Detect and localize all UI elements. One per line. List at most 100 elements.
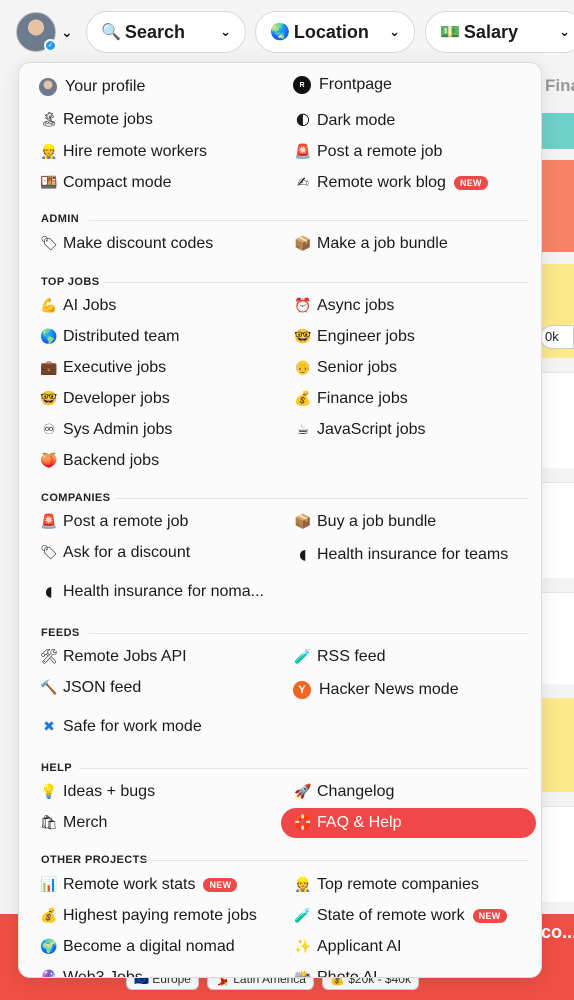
verified-badge-icon: ✓ <box>44 39 57 52</box>
nerd-face-icon: 🤓 <box>294 329 312 345</box>
chevron-down-icon: ⌄ <box>389 24 400 39</box>
bg-job-card <box>540 698 574 792</box>
menu-item-become-digital-nomad[interactable]: 🌍 Become a digital nomad <box>39 932 279 962</box>
menu-item-ask-for-discount[interactable]: 🏷 Ask for a discount <box>39 538 279 568</box>
menu-item-label: Hire remote workers <box>63 143 208 160</box>
search-icon: 🔍 <box>101 24 121 41</box>
bg-partial-tab: Fina <box>545 76 574 95</box>
menu-item-label: Sys Admin jobs <box>63 421 173 438</box>
menu-item-frontpage[interactable]: R Frontpage <box>293 70 533 100</box>
menu-item-finance-jobs[interactable]: 💰 Finance jobs <box>293 384 533 414</box>
menu-item-distributed-team[interactable]: 🌎 Distributed team <box>39 322 279 352</box>
menu-item-your-profile[interactable]: Your profile <box>39 72 279 102</box>
menu-item-senior-jobs[interactable]: 👴 Senior jobs <box>293 353 533 383</box>
money-bag-icon: 💰 <box>40 908 58 924</box>
package-icon: 📦 <box>294 514 312 530</box>
menu-item-label: Remote Jobs API <box>63 648 187 665</box>
new-badge: NEW <box>453 176 488 190</box>
menu-item-highest-paying-jobs[interactable]: 💰 Highest paying remote jobs <box>39 901 279 931</box>
frontpage-logo-icon: R <box>293 76 311 94</box>
crystal-ball-icon: 🔮 <box>40 970 58 978</box>
rocket-icon: 🚀 <box>294 784 312 800</box>
menu-item-label: Executive jobs <box>63 359 167 376</box>
section-divider <box>145 860 529 861</box>
menu-item-remote-work-stats[interactable]: 📊 Remote work stats NEW <box>39 870 279 900</box>
menu-item-engineer-jobs[interactable]: 🤓 Engineer jobs <box>293 322 533 352</box>
peach-icon: 🍑 <box>40 453 58 469</box>
menu-item-compact-mode[interactable]: 🍱 Compact mode <box>39 168 279 198</box>
menu-item-faq-help[interactable]: 🛟 FAQ & Help <box>281 808 536 838</box>
nerd-face-icon: 🤓 <box>40 391 58 407</box>
menu-item-ideas-bugs[interactable]: 💡 Ideas + bugs <box>39 777 279 807</box>
menu-item-remote-work-blog[interactable]: ✍ Remote work blog NEW <box>293 168 533 198</box>
menu-item-json-feed[interactable]: 🔨 JSON feed <box>39 673 279 703</box>
health-insurance-logo-icon: ◖ <box>45 584 53 600</box>
bg-job-card <box>540 160 574 252</box>
bg-job-card <box>540 806 574 902</box>
bg-job-card <box>540 482 574 578</box>
menu-item-changelog[interactable]: 🚀 Changelog <box>293 777 533 807</box>
menu-item-label: Frontpage <box>319 76 392 93</box>
menu-item-post-remote-job[interactable]: 🚨 Post a remote job <box>293 137 533 167</box>
location-filter-label: Location <box>293 21 369 42</box>
menu-item-safe-for-work-mode[interactable]: ✖ Safe for work mode <box>39 712 279 742</box>
menu-item-make-discount-codes[interactable]: 🏷 Make discount codes <box>39 229 279 259</box>
menu-item-photo-ai[interactable]: 📸 Photo AI <box>293 963 533 978</box>
salary-filter-button[interactable]: 💵 Salary ⌄ <box>425 11 574 53</box>
tag-icon: 🏷 <box>40 545 58 561</box>
avatar[interactable]: ✓ <box>16 12 57 52</box>
menu-item-label: Compact mode <box>63 174 172 191</box>
menu-item-label: Post a remote job <box>63 513 189 530</box>
menu-item-top-remote-companies[interactable]: 👷 Top remote companies <box>293 870 533 900</box>
menu-item-label: Remote jobs <box>63 111 153 128</box>
menu-item-executive-jobs[interactable]: 💼 Executive jobs <box>39 353 279 383</box>
menu-item-buy-job-bundle[interactable]: 📦 Buy a job bundle <box>293 507 533 537</box>
search-filter-button[interactable]: 🔍 Search ⌄ <box>86 11 246 53</box>
menu-item-developer-jobs[interactable]: 🤓 Developer jobs <box>39 384 279 414</box>
menu-item-applicant-ai[interactable]: ✨ Applicant AI <box>293 932 533 962</box>
globe-icon: 🌍 <box>40 939 58 955</box>
menu-item-ai-jobs[interactable]: 💪 AI Jobs <box>39 291 279 321</box>
menu-item-rss-feed[interactable]: 🧪 RSS feed <box>293 642 533 672</box>
menu-item-sys-admin-jobs[interactable]: ♾ Sys Admin jobs <box>39 415 279 445</box>
menu-item-hacker-news-mode[interactable]: Y Hacker News mode <box>293 675 533 705</box>
menu-item-merch[interactable]: 🛍 Merch <box>39 808 279 838</box>
vscode-icon: ✖ <box>43 719 55 735</box>
top-bar: ✓ ⌄ 🔍 Search ⌄ 🌏 Location ⌄ 💵 Salary ⌄ <box>0 0 574 62</box>
menu-item-hire-remote-workers[interactable]: 👷 Hire remote workers <box>39 137 279 167</box>
bar-chart-icon: 📊 <box>40 877 58 893</box>
profile-dropdown-menu: Your profile R Frontpage 🏝 Remote jobs 🌓… <box>18 62 542 978</box>
location-filter-button[interactable]: 🌏 Location ⌄ <box>255 11 415 53</box>
menu-item-label: Hacker News mode <box>319 681 459 698</box>
menu-item-label: Remote work stats <box>63 876 196 893</box>
menu-item-label: Make a job bundle <box>317 235 448 252</box>
menu-item-post-remote-job[interactable]: 🚨 Post a remote job <box>39 507 279 537</box>
menu-item-health-insurance-nomads[interactable]: ◖ Health insurance for noma... <box>39 577 279 607</box>
section-heading-feeds: FEEDS <box>41 627 80 639</box>
menu-item-label: AI Jobs <box>63 297 117 314</box>
sparkles-icon: ✨ <box>294 939 312 955</box>
chevron-down-icon: ⌄ <box>61 23 73 40</box>
menu-item-async-jobs[interactable]: ⏰ Async jobs <box>293 291 533 321</box>
camera-icon: 📸 <box>294 970 312 978</box>
menu-item-label: Your profile <box>65 78 146 95</box>
menu-item-dark-mode[interactable]: 🌓 Dark mode <box>293 106 533 136</box>
menu-item-label: Backend jobs <box>63 452 160 469</box>
menu-item-label: Health insurance for teams <box>317 546 509 563</box>
menu-item-label: Engineer jobs <box>317 328 415 345</box>
menu-item-label: Health insurance for noma... <box>63 583 264 600</box>
menu-item-label: State of remote work <box>317 907 465 924</box>
menu-item-remote-jobs[interactable]: 🏝 Remote jobs <box>39 105 279 135</box>
menu-item-state-of-remote-work[interactable]: 🧪 State of remote work NEW <box>293 901 533 931</box>
menu-item-javascript-jobs[interactable]: ☕ JavaScript jobs <box>293 415 533 445</box>
section-divider <box>79 768 529 769</box>
menu-item-web3-jobs[interactable]: 🔮 Web3 Jobs <box>39 963 279 978</box>
menu-item-make-job-bundle[interactable]: 📦 Make a job bundle <box>293 229 533 259</box>
menu-item-health-insurance-teams[interactable]: ◖ Health insurance for teams <box>293 540 533 570</box>
profile-menu-button[interactable]: ✓ ⌄ <box>16 12 73 52</box>
menu-item-remote-jobs-api[interactable]: 🛠 Remote Jobs API <box>39 642 279 672</box>
menu-item-backend-jobs[interactable]: 🍑 Backend jobs <box>39 446 279 476</box>
globe-icon: 🌏 <box>270 24 290 41</box>
half-moon-icon: 🌓 <box>295 113 311 129</box>
menu-item-label: Safe for work mode <box>63 718 202 735</box>
